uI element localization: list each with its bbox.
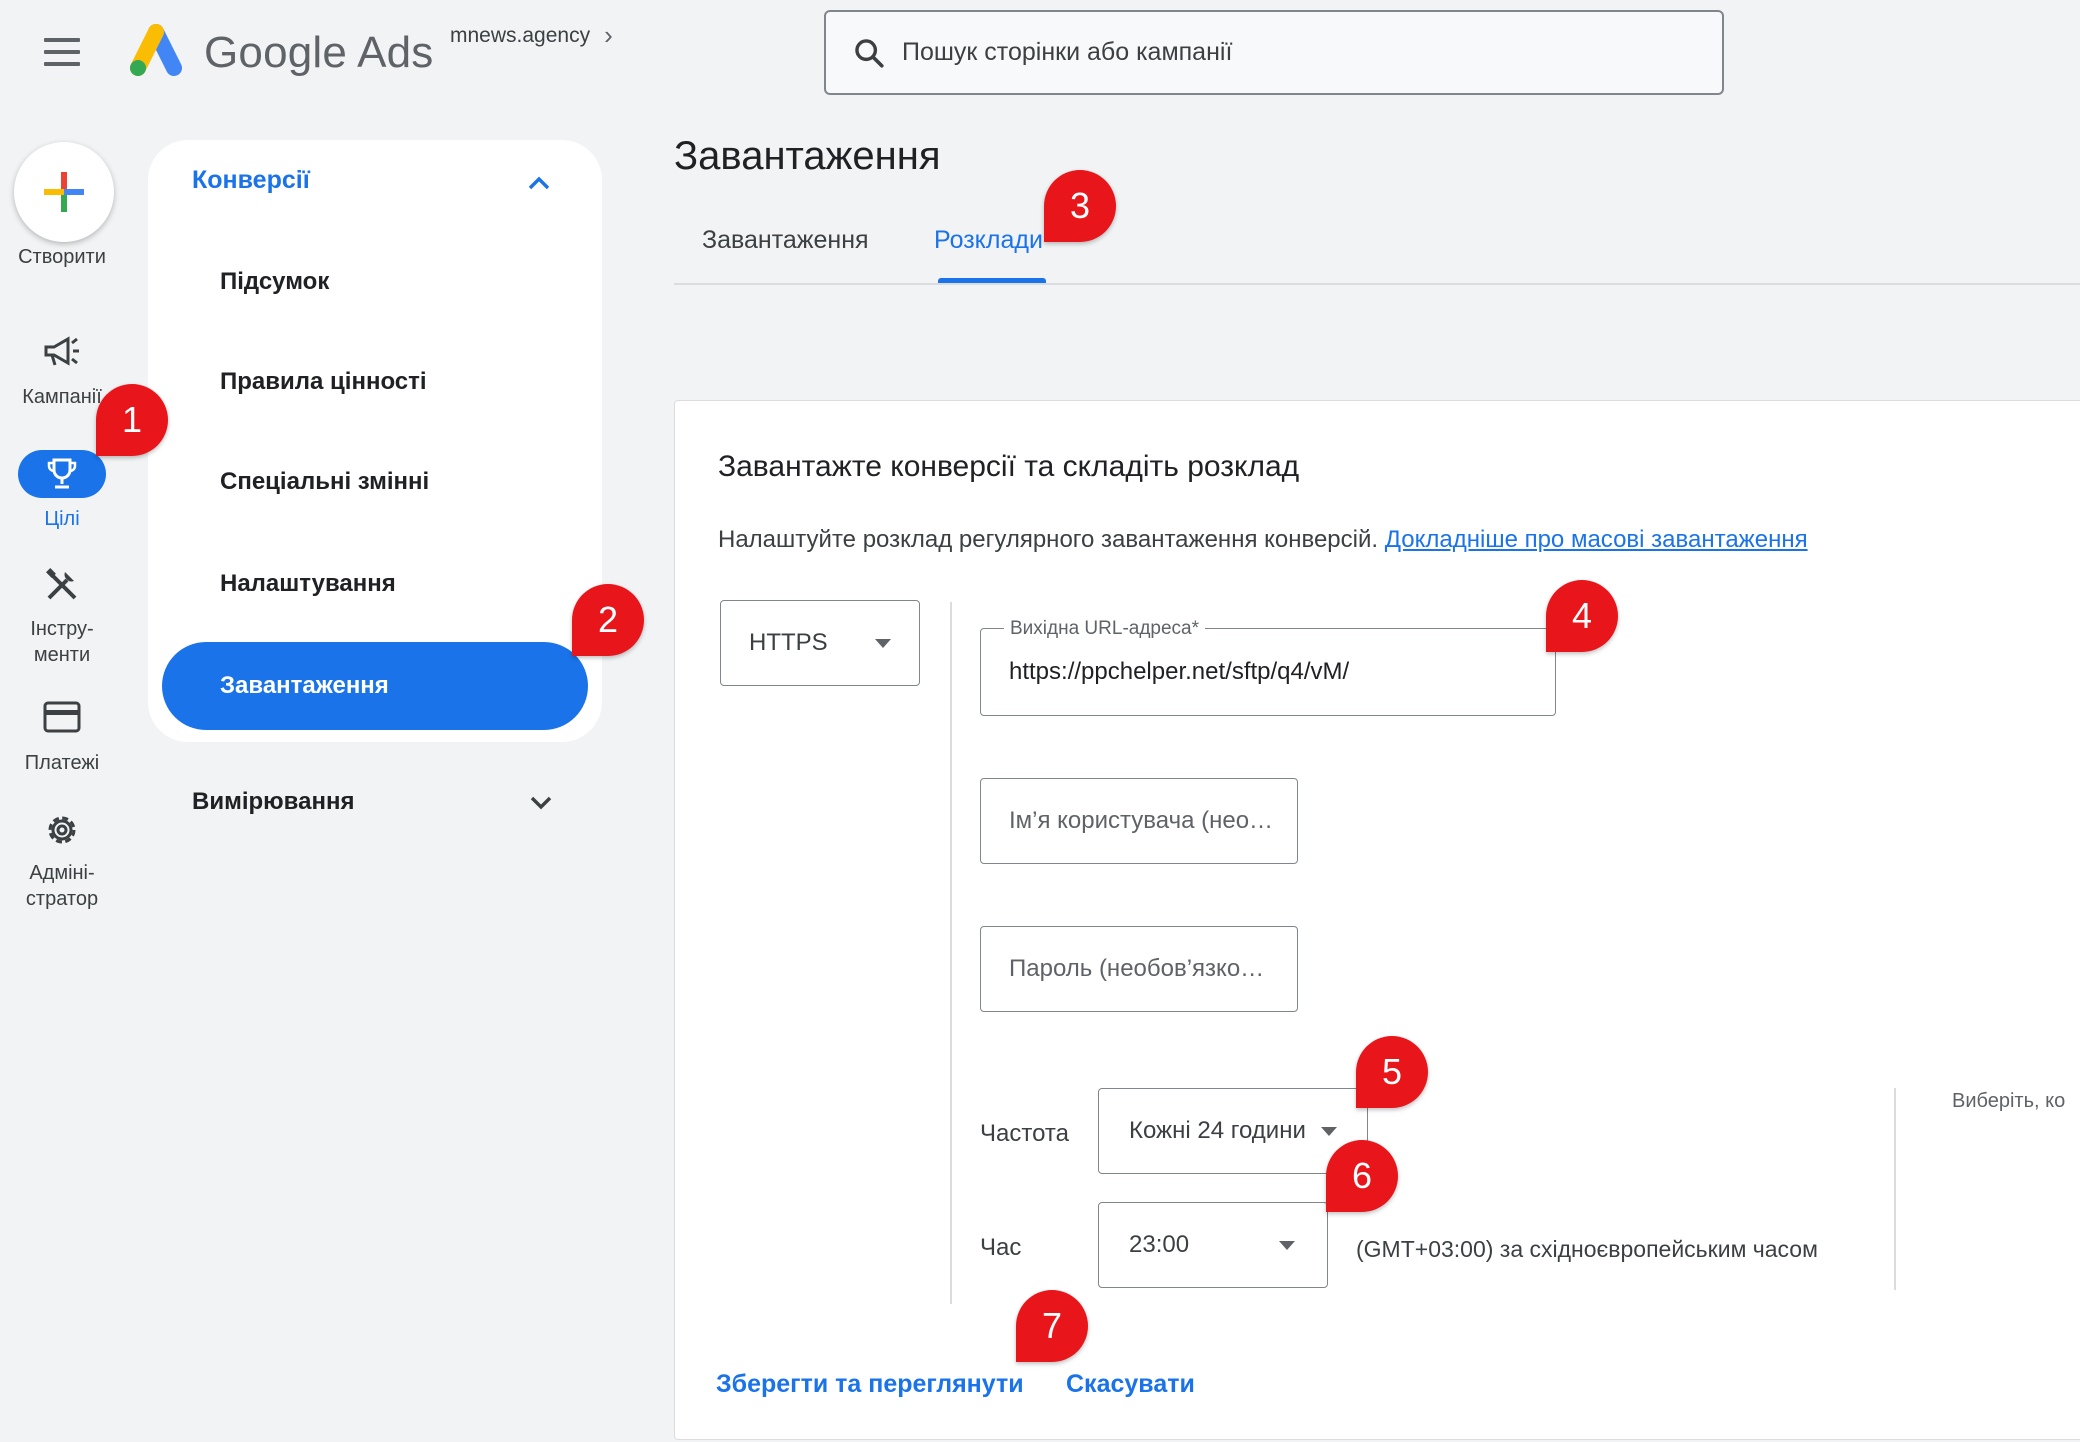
plus-icon [44, 172, 84, 212]
goals-button[interactable] [18, 450, 106, 498]
billing-label[interactable]: Платежі [0, 750, 124, 776]
account-name: mnews.agency [450, 23, 591, 47]
chevron-down-icon[interactable] [524, 786, 558, 820]
source-url-label: Вихідна URL-адреса* [1004, 618, 1206, 640]
create-button[interactable] [14, 142, 114, 242]
tools-label[interactable]: Інстру-менти [0, 616, 124, 668]
nav-item-custom-variables[interactable]: Спеціальні змінні [220, 468, 429, 496]
admin-label[interactable]: Адміні-стратор [0, 860, 124, 912]
protocol-value: HTTPS [749, 629, 828, 656]
gear-icon[interactable] [0, 810, 124, 850]
step-marker-7: 7 [1016, 1290, 1088, 1362]
main-menu-button[interactable] [44, 38, 80, 66]
dropdown-arrow-icon [1279, 1241, 1295, 1250]
step-marker-5: 5 [1356, 1036, 1428, 1108]
save-and-preview-button[interactable]: Зберегти та переглянути [716, 1370, 1024, 1399]
frequency-value: Кожні 24 години [1129, 1117, 1306, 1144]
credit-card-icon[interactable] [0, 700, 124, 734]
learn-more-link[interactable]: Докладніше про масові завантаження [1385, 526, 1808, 553]
brand-name: Google Ads [204, 28, 434, 77]
password-field[interactable] [980, 926, 1298, 1012]
timezone-text: (GMT+03:00) за східноєвропейським часом [1356, 1236, 1818, 1262]
tab-uploads[interactable]: Завантаження [702, 226, 869, 255]
protocol-select[interactable]: HTTPS [720, 600, 920, 686]
form-title: Завантажте конверсії та складіть розклад [718, 450, 1300, 483]
time-value: 23:00 [1129, 1231, 1190, 1258]
source-url-input[interactable] [1009, 658, 1555, 686]
form-divider [950, 602, 952, 1304]
time-label: Час [980, 1234, 1022, 1261]
trophy-icon [47, 458, 77, 489]
source-url-field[interactable] [980, 628, 1556, 716]
time-select[interactable]: 23:00 [1098, 1202, 1328, 1288]
dropdown-arrow-icon [1321, 1127, 1337, 1136]
schedule-form-card [674, 400, 2080, 1440]
nav-item-settings[interactable]: Налаштування [220, 570, 396, 598]
search-box[interactable] [824, 10, 1724, 95]
tabs-divider [674, 283, 2080, 285]
nav-section-measurement[interactable]: Вимірювання [192, 788, 354, 816]
google-ads-logo-icon [126, 24, 186, 80]
side-divider [1894, 1088, 1896, 1290]
nav-section-conversions[interactable]: Конверсії [192, 166, 310, 195]
page-title: Завантаження [674, 134, 941, 178]
form-description-text: Налаштуйте розклад регулярного завантаже… [718, 526, 1379, 553]
step-marker-1: 1 [96, 384, 168, 456]
choose-hint: Виберіть, ко [1952, 1090, 2066, 1112]
search-icon [855, 38, 884, 68]
password-input[interactable] [1009, 955, 1297, 983]
goals-label[interactable]: Цілі [0, 506, 124, 532]
username-input[interactable] [1009, 807, 1297, 835]
step-marker-6: 6 [1326, 1140, 1398, 1212]
create-label: Створити [18, 246, 106, 268]
form-description: Налаштуйте розклад регулярного завантаже… [718, 526, 1808, 554]
account-switcher[interactable]: mnews.agency › [450, 20, 613, 51]
step-marker-3: 3 [1044, 170, 1116, 242]
nav-item-uploads[interactable]: Завантаження [162, 642, 588, 730]
dropdown-arrow-icon [875, 639, 891, 648]
nav-item-summary[interactable]: Підсумок [220, 268, 329, 296]
nav-item-value-rules[interactable]: Правила цінності [220, 368, 427, 396]
step-marker-4: 4 [1546, 580, 1618, 652]
chevron-right-icon: › [604, 20, 613, 50]
tools-icon[interactable] [0, 566, 124, 604]
frequency-label: Частота [980, 1120, 1069, 1147]
step-marker-2: 2 [572, 584, 644, 656]
frequency-select[interactable]: Кожні 24 години [1098, 1088, 1368, 1174]
cancel-button[interactable]: Скасувати [1066, 1370, 1195, 1399]
search-input[interactable] [902, 38, 1662, 67]
tab-schedules[interactable]: Розклади [934, 226, 1043, 255]
chevron-up-icon[interactable] [522, 166, 556, 200]
megaphone-icon[interactable] [0, 334, 124, 370]
username-field[interactable] [980, 778, 1298, 864]
